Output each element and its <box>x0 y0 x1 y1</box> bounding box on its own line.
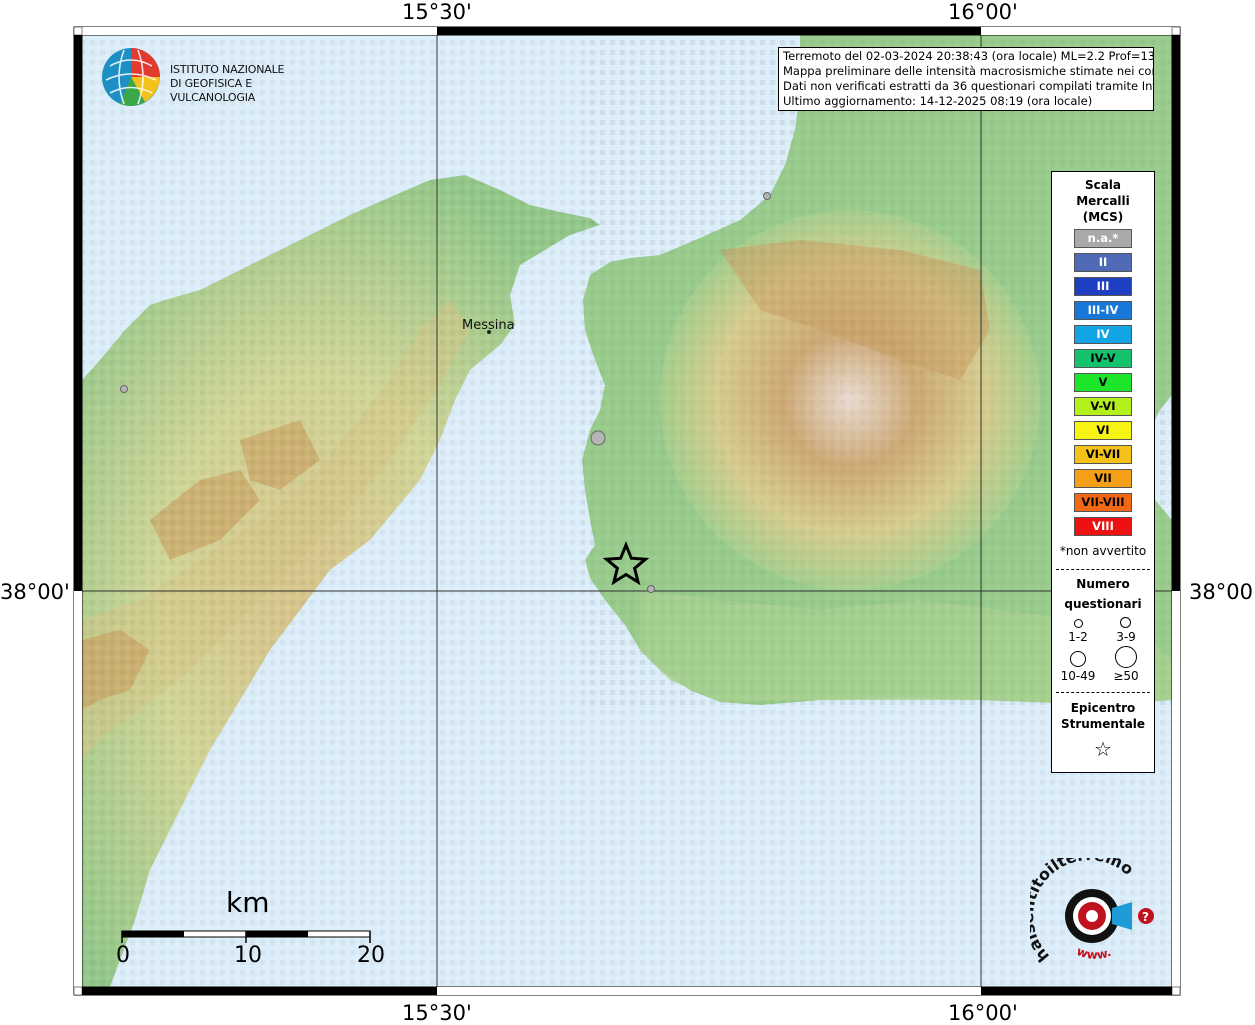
count-title-line1: Numero <box>1076 577 1130 591</box>
count-circle-xlarge <box>1115 646 1137 668</box>
legend-swatch: VII <box>1074 469 1132 488</box>
epicenter-title-line1: Epicentro <box>1070 701 1136 715</box>
count-label-1: 1-2 <box>1068 630 1088 644</box>
questionnaire-point[interactable] <box>590 430 606 446</box>
ingv-name-line2: DI GEOFISICA E VULCANOLOGIA <box>170 77 256 104</box>
ingv-globe-icon <box>102 48 160 106</box>
legend-swatch: VII-VIII <box>1074 493 1132 512</box>
legend-title-line1: Scala <box>1084 178 1122 192</box>
questionnaire-point[interactable] <box>647 585 655 593</box>
questionnaire-point[interactable] <box>120 385 128 393</box>
legend-swatch: VI-VII <box>1074 445 1132 464</box>
legend-swatch: V-VI <box>1074 397 1132 416</box>
scale-tick-0: 0 <box>116 943 130 968</box>
legend-swatch: n.a.* <box>1074 229 1132 248</box>
svg-text:www.: www. <box>1075 944 1113 962</box>
hai-sentito-logo: haisentitoilterremoto.it www. ? <box>1018 843 1162 976</box>
legend-swatch: IV-V <box>1074 349 1132 368</box>
questionnaire-point[interactable] <box>763 192 771 200</box>
lon-label-top-left: 15°30' <box>402 0 472 24</box>
event-info-box: Terremoto del 02-03-2024 20:38:43 (ora l… <box>778 47 1154 111</box>
scale-tick-10: 10 <box>234 943 262 968</box>
count-circle-medium <box>1120 617 1131 628</box>
ingv-logo: ISTITUTO NAZIONALE DI GEOFISICA E VULCAN… <box>100 46 330 110</box>
count-title-line2: questionari <box>1064 597 1142 611</box>
ingv-name-line1: ISTITUTO NAZIONALE <box>170 63 285 76</box>
lat-label-right: 38°00' <box>1189 580 1255 604</box>
legend-swatch: VIII <box>1074 517 1132 536</box>
event-info-line3: Dati non verificati estratti da 36 quest… <box>783 79 1154 93</box>
legend-note: *non avvertito <box>1059 544 1147 558</box>
count-label-2: 3-9 <box>1116 630 1136 644</box>
lon-label-bottom-left: 15°30' <box>402 1001 472 1025</box>
count-circle-small <box>1074 619 1083 628</box>
epicenter-title: Epicentro Strumentale <box>1052 700 1154 732</box>
mcs-legend: Scala Mercalli (MCS) n.a.* II III III-IV IV I… <box>1051 171 1155 773</box>
svg-text:?: ? <box>1142 910 1149 924</box>
legend-swatch: III-IV <box>1074 301 1132 320</box>
count-label-4: ≥50 <box>1113 669 1139 683</box>
legend-title-line3: (MCS) <box>1082 210 1124 224</box>
count-label-3: 10-49 <box>1060 669 1096 683</box>
lat-label-left: 38°00' <box>0 580 70 604</box>
legend-separator <box>1056 692 1150 693</box>
event-info-line1: Terremoto del 02-03-2024 20:38:43 (ora l… <box>783 49 1154 63</box>
legend-title: Scala Mercalli (MCS) <box>1052 177 1154 225</box>
event-info-line2: Mappa preliminare delle intensità macros… <box>783 64 1154 78</box>
legend-title-line2: Mercalli <box>1076 194 1130 208</box>
lon-label-bottom-right: 16°00' <box>948 1001 1018 1025</box>
legend-swatch: II <box>1074 253 1132 272</box>
scale-tick-20: 20 <box>357 943 385 968</box>
legend-separator <box>1056 569 1150 570</box>
scale-unit: km <box>226 886 270 919</box>
city-label-messina: Messina <box>462 318 515 333</box>
epicenter-title-line2: Strumentale <box>1060 717 1146 731</box>
epicenter-star-icon: ☆ <box>1094 737 1112 761</box>
legend-swatch: IV <box>1074 325 1132 344</box>
count-title: Numero questionari <box>1052 574 1154 614</box>
legend-swatch: VI <box>1074 421 1132 440</box>
lon-label-top-right: 16°00' <box>948 0 1018 24</box>
event-info-line4: Ultimo aggiornamento: 14-12-2025 08:19 (… <box>783 94 1093 108</box>
count-circle-large <box>1070 651 1086 667</box>
hsi-logo-www: www. <box>1075 944 1113 962</box>
legend-swatch: V <box>1074 373 1132 392</box>
legend-swatch: III <box>1074 277 1132 296</box>
